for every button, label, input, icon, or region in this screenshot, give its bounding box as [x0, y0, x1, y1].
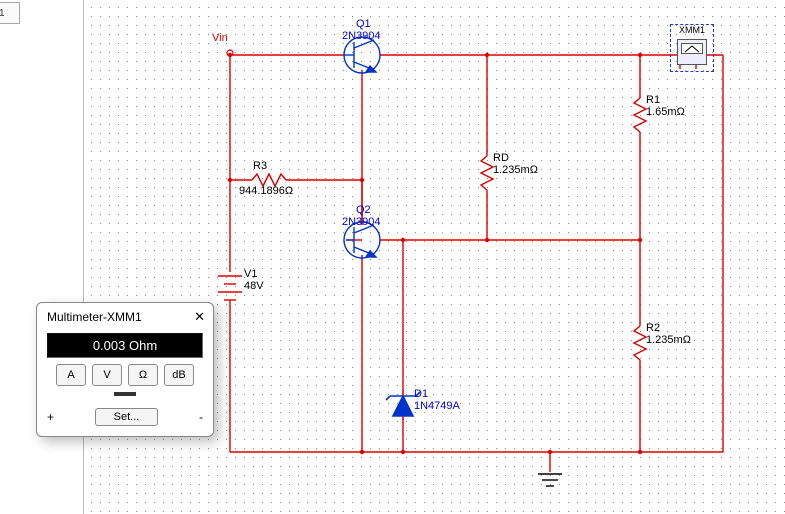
- multimeter-range-bar[interactable]: [114, 392, 136, 396]
- v1-ref: V1: [244, 268, 257, 280]
- mode-db-button[interactable]: dB: [164, 364, 194, 386]
- mode-ohm-button[interactable]: Ω: [128, 364, 158, 386]
- rd-value: 1.235mΩ: [493, 164, 538, 176]
- q1-value: 2N3904: [342, 30, 381, 42]
- multimeter-plus: +: [47, 410, 54, 424]
- multimeter-panel[interactable]: Multimeter-XMM1 ✕ 0.003 Ohm A V Ω dB + S…: [36, 302, 214, 437]
- q1-ref: Q1: [356, 18, 371, 30]
- r1-value: 1.65mΩ: [646, 106, 685, 118]
- q2-ref: Q2: [356, 204, 371, 216]
- r3-value: 944.1896Ω: [239, 185, 293, 197]
- multimeter-title: Multimeter-XMM1: [47, 310, 142, 324]
- r2-ref: R2: [646, 322, 660, 334]
- instrument-body: [677, 39, 707, 65]
- multimeter-reading: 0.003 Ohm: [47, 333, 203, 358]
- instrument-xmm1[interactable]: XMM1: [670, 24, 714, 72]
- tab-stub: 1: [0, 2, 20, 24]
- r3-ref: R3: [253, 160, 267, 172]
- rd-ref: RD: [493, 152, 509, 164]
- vin-label: Vin: [212, 32, 228, 44]
- mode-volt-button[interactable]: V: [92, 364, 122, 386]
- r1-ref: R1: [646, 94, 660, 106]
- multimeter-minus: -: [199, 410, 203, 424]
- mode-amp-button[interactable]: A: [56, 364, 86, 386]
- instrument-label: XMM1: [671, 25, 713, 35]
- set-button[interactable]: Set...: [95, 408, 159, 426]
- d1-value: 1N4749A: [414, 400, 460, 412]
- close-icon[interactable]: ✕: [194, 309, 205, 325]
- v1-value: 48V: [244, 280, 264, 292]
- q2-value: 2N3904: [342, 216, 381, 228]
- d1-ref: D1: [414, 388, 428, 400]
- instrument-meter-icon: [681, 43, 703, 54]
- r2-value: 1.235mΩ: [646, 334, 691, 346]
